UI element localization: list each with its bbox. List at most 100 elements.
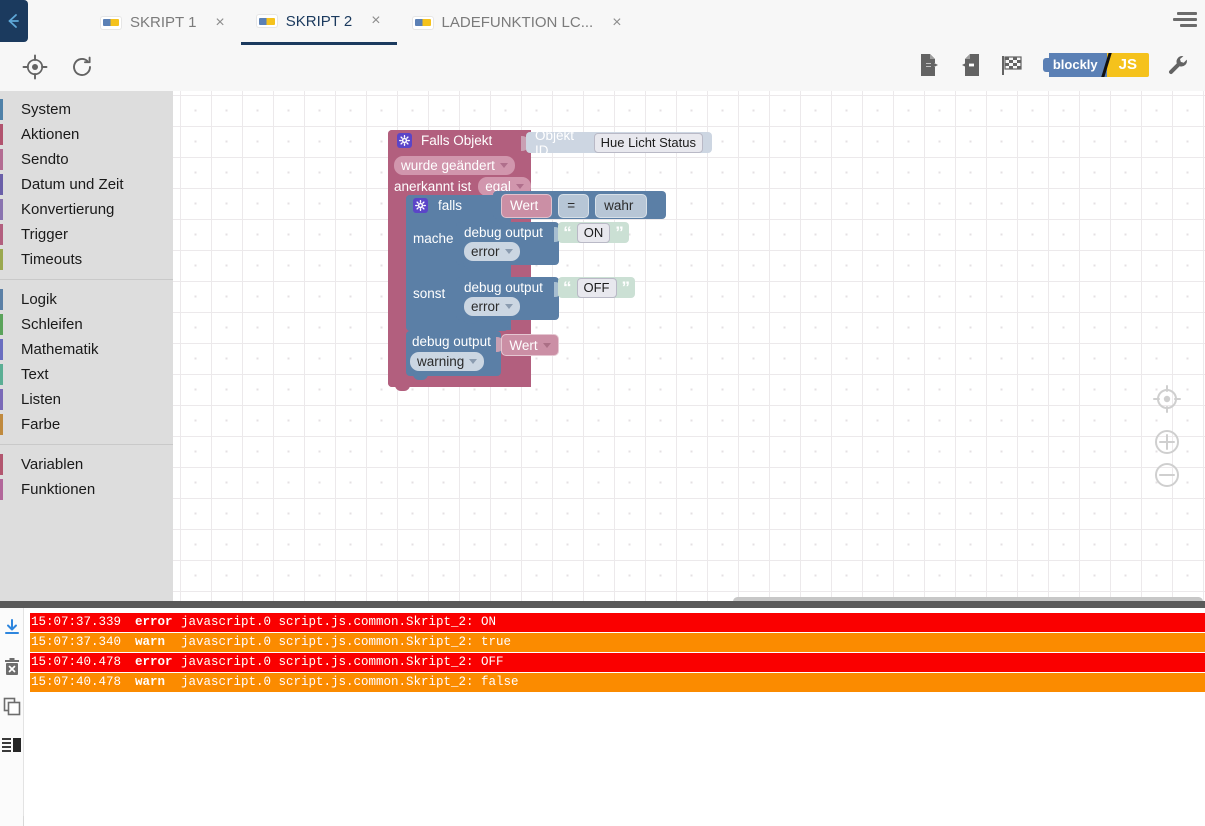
import-icon[interactable] xyxy=(958,52,983,78)
debug-off-severity-wrap: error xyxy=(464,297,520,316)
refresh-icon[interactable] xyxy=(70,55,94,79)
center-workspace-icon[interactable] xyxy=(1151,383,1183,420)
log-row[interactable]: 15:07:40.478 warn javascript.0 script.js… xyxy=(30,673,1205,692)
editor-toolbar: blockly JS xyxy=(0,45,1205,92)
blockly-workspace[interactable]: Falls Objekt Objekt ID Hue Licht Status … xyxy=(173,91,1205,601)
toolbox-item-logik[interactable]: Logik xyxy=(0,287,173,312)
compare-right-value[interactable]: wahr xyxy=(595,194,648,218)
block-text-off[interactable]: “ OFF ” xyxy=(558,277,635,298)
log-timestamp: 15:07:40.478 xyxy=(30,653,133,672)
dropdown-label: wurde geändert xyxy=(401,158,495,173)
debug-severity-dropdown[interactable]: error xyxy=(464,242,520,261)
tab-close-icon[interactable]: × xyxy=(215,14,224,31)
debug-severity-dropdown[interactable]: warning xyxy=(410,352,485,371)
chevron-down-icon xyxy=(499,163,508,168)
log-severity: error xyxy=(133,653,176,672)
tab-close-icon[interactable]: × xyxy=(371,13,380,29)
log-layout-icon[interactable] xyxy=(1,737,22,758)
ack-label: anerkannt ist xyxy=(394,178,472,194)
log-message: javascript.0 script.js.common.Skript_2: … xyxy=(176,613,1205,632)
block-text-on[interactable]: “ ON ” xyxy=(558,222,629,243)
tab-skript-2[interactable]: SKRIPT 2 × xyxy=(240,0,397,45)
toolbox-item-aktionen[interactable]: Aktionen xyxy=(0,122,173,147)
toolbox-item-variablen[interactable]: Variablen xyxy=(0,452,173,477)
panel-splitter[interactable] xyxy=(0,601,1205,608)
gear-icon[interactable] xyxy=(397,133,412,148)
trigger-change-dropdown[interactable]: wurde geändert xyxy=(394,156,515,175)
debug-severity-dropdown[interactable]: error xyxy=(464,297,520,316)
toolbox-item-system[interactable]: System xyxy=(0,97,173,122)
toolbox-item-funktionen[interactable]: Funktionen xyxy=(0,477,173,502)
toolbox-item-label: Datum und Zeit xyxy=(21,176,124,193)
menu-line xyxy=(1177,12,1197,15)
debug-value-label-wrap: debug output xyxy=(412,333,491,351)
toolbox-item-trigger[interactable]: Trigger xyxy=(0,222,173,247)
locate-target-icon[interactable] xyxy=(22,54,48,80)
log-message: javascript.0 script.js.common.Skript_2: … xyxy=(176,673,1205,692)
toolbox-item-farbe[interactable]: Farbe xyxy=(0,412,173,437)
tab-close-icon[interactable]: × xyxy=(612,14,621,31)
compare-left-variable[interactable]: Wert xyxy=(501,194,553,218)
toolbox-divider xyxy=(0,279,173,280)
block-variable-wert[interactable]: Wert xyxy=(501,334,559,356)
download-log-icon[interactable] xyxy=(3,618,21,641)
dropdown-label: warning xyxy=(417,354,465,369)
zoom-out-icon[interactable] xyxy=(1151,459,1183,496)
log-message: javascript.0 script.js.common.Skript_2: … xyxy=(176,633,1205,652)
toolbox-item-listen[interactable]: Listen xyxy=(0,387,173,412)
quote-open: “ xyxy=(563,222,572,242)
mache-label-wrap: mache xyxy=(413,230,454,248)
tab-skript-1[interactable]: SKRIPT 1 × xyxy=(85,0,241,45)
toolbox-item-mathematik[interactable]: Mathematik xyxy=(0,337,173,362)
compare-operator[interactable]: = xyxy=(558,194,590,218)
log-row[interactable]: 15:07:40.478 error javascript.0 script.j… xyxy=(30,653,1205,672)
gear-icon[interactable] xyxy=(413,198,428,213)
toolbox-item-datum-und-zeit[interactable]: Datum und Zeit xyxy=(0,172,173,197)
toolbar-right-group: blockly JS xyxy=(917,52,1191,78)
zoom-in-icon[interactable] xyxy=(1151,426,1183,463)
checkered-flag-icon[interactable] xyxy=(999,52,1027,78)
falls-objekt-title-row: Falls Objekt xyxy=(397,133,492,148)
language-toggle[interactable]: blockly JS xyxy=(1042,53,1149,77)
text-value-on[interactable]: ON xyxy=(576,222,611,243)
toolbox-divider xyxy=(0,444,173,445)
toolbox-item-konvertierung[interactable]: Konvertierung xyxy=(0,197,173,222)
menu-line xyxy=(1173,18,1197,21)
operator-label: = xyxy=(567,198,576,213)
blockly-icon xyxy=(412,16,433,29)
log-panel: 15:07:37.339 error javascript.0 script.j… xyxy=(0,608,1205,826)
toggle-js-label: JS xyxy=(1106,53,1149,77)
tab-ladefunktion[interactable]: LADEFUNKTION LC... × xyxy=(397,0,638,45)
block-objekt-id[interactable]: Objekt ID Hue Licht Status xyxy=(526,128,712,158)
dropdown-label: error xyxy=(471,244,500,259)
dropdown-label: error xyxy=(471,299,500,314)
log-severity: error xyxy=(133,613,176,632)
sonst-label: sonst xyxy=(413,286,446,301)
toolbox-item-text[interactable]: Text xyxy=(0,362,173,387)
wrench-icon[interactable] xyxy=(1165,52,1191,78)
block-foot-notch xyxy=(395,385,410,391)
toolbox-item-label: Text xyxy=(21,366,49,383)
log-row[interactable]: 15:07:37.340 warn javascript.0 script.js… xyxy=(30,633,1205,652)
clear-log-icon[interactable] xyxy=(3,657,21,681)
sonst-label-wrap: sonst xyxy=(413,285,445,303)
toolbox-item-label: System xyxy=(21,101,72,118)
trigger-change-dropdown-row: wurde geändert xyxy=(394,156,515,175)
toolbox-item-sendto[interactable]: Sendto xyxy=(0,147,173,172)
log-severity: warn xyxy=(133,633,176,652)
debug-value-severity-wrap: warning xyxy=(410,352,485,371)
copy-log-icon[interactable] xyxy=(3,697,21,721)
export-icon[interactable] xyxy=(917,52,942,78)
toolbox-item-timeouts[interactable]: Timeouts xyxy=(0,247,173,272)
objekt-id-value[interactable]: Hue Licht Status xyxy=(593,132,703,153)
back-button[interactable] xyxy=(0,0,28,42)
menu-button[interactable] xyxy=(1171,12,1197,32)
log-row[interactable]: 15:07:37.339 error javascript.0 script.j… xyxy=(30,613,1205,632)
log-message: javascript.0 script.js.common.Skript_2: … xyxy=(176,653,1205,672)
text-value-off[interactable]: OFF xyxy=(576,277,617,298)
falls-if-title-row: falls xyxy=(413,198,462,213)
mache-label: mache xyxy=(413,231,454,246)
toolbox-item-schleifen[interactable]: Schleifen xyxy=(0,312,173,337)
debug-output-label: debug output xyxy=(412,334,491,349)
quote-close: ” xyxy=(621,277,631,297)
